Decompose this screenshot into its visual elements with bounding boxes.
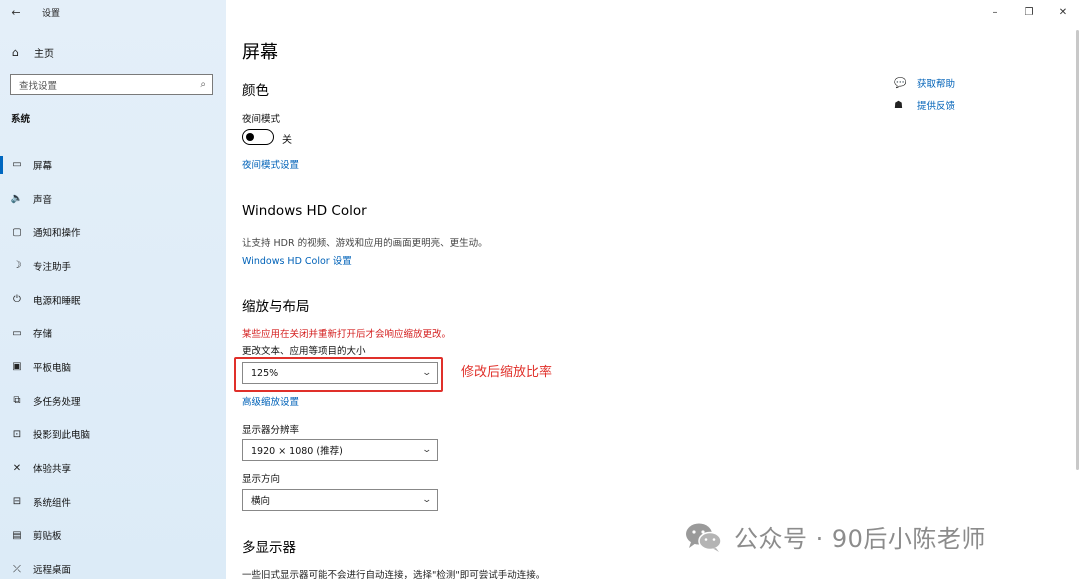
power-icon: ⏻ <box>13 294 21 306</box>
resolution-label: 显示器分辨率 <box>242 425 300 436</box>
chat-bubble-icon: 💬 <box>894 77 907 89</box>
sidebar-item-label: 投影到此电脑 <box>33 430 91 442</box>
search-placeholder: 查找设置 <box>19 80 58 92</box>
chevron-down-icon: ⌄ <box>421 445 433 455</box>
sidebar-item-7[interactable]: ⧉ 多任务处理 <box>0 384 226 418</box>
moon-icon: ☽ <box>12 260 22 272</box>
annotation-text: 修改后缩放比率 <box>461 365 553 380</box>
sidebar-item-label: 专注助手 <box>33 261 72 273</box>
share-icon: ✕ <box>12 462 22 474</box>
sidebar-item-10[interactable]: ⊟ 系统组件 <box>0 485 226 519</box>
sidebar-item-4[interactable]: ⏻ 电源和睡眠 <box>0 283 226 317</box>
sidebar-section-title: 系统 <box>11 114 31 125</box>
notification-icon: ▢ <box>12 226 22 238</box>
night-mode-state: 关 <box>282 135 292 146</box>
sidebar-item-label: 屏幕 <box>33 160 53 172</box>
feedback-link[interactable]: ☗ 提供反馈 <box>894 94 955 116</box>
sidebar-item-label: 存储 <box>33 329 53 341</box>
page-title: 屏幕 <box>242 42 278 63</box>
scale-warning: 某些应用在关闭并重新打开后才会响应缩放更改。 <box>242 329 452 340</box>
sidebar: ← 设置 ⌂ 主页 查找设置 ⌕ 系统 ▭ 屏幕 🔈 声音 ▢ 通知和操作 ☽ 专注助手 ⏻ 电源… <box>0 0 226 579</box>
sidebar-item-home[interactable]: ⌂ 主页 <box>0 42 226 62</box>
clipboard-icon: ▤ <box>12 529 22 541</box>
sidebar-item-5[interactable]: ▭ 存储 <box>0 316 226 350</box>
scale-label: 更改文本、应用等项目的大小 <box>242 346 366 357</box>
sidebar-item-label: 平板电脑 <box>33 362 72 374</box>
feedback-label: 提供反馈 <box>917 101 956 112</box>
search-icon: ⌕ <box>200 79 206 90</box>
sidebar-item-label: 多任务处理 <box>33 396 81 408</box>
sidebar-item-3[interactable]: ☽ 专注助手 <box>0 249 226 283</box>
hdr-description: 让支持 HDR 的视频、游戏和应用的画面更明亮、更生动。 <box>242 238 488 249</box>
section-title-scale: 缩放与布局 <box>242 299 310 315</box>
sidebar-item-6[interactable]: ▣ 平板电脑 <box>0 350 226 384</box>
storage-icon: ▭ <box>12 327 22 339</box>
orientation-label: 显示方向 <box>242 474 281 485</box>
section-title-multi-display: 多显示器 <box>242 540 296 556</box>
night-mode-toggle[interactable] <box>242 129 274 145</box>
home-icon: ⌂ <box>12 45 19 59</box>
orientation-dropdown[interactable]: 横向 ⌄ <box>242 489 438 511</box>
remote-icon: ⤫ <box>13 563 21 575</box>
sidebar-item-label: 体验共享 <box>33 464 72 476</box>
multitask-icon: ⧉ <box>13 395 21 407</box>
orientation-value: 横向 <box>251 496 271 507</box>
sidebar-item-11[interactable]: ▤ 剪贴板 <box>0 519 226 553</box>
titlebar: ← 设置 <box>0 0 226 24</box>
app-title: 设置 <box>42 8 61 19</box>
sidebar-item-0[interactable]: ▭ 屏幕 <box>0 148 226 182</box>
speaker-icon: 🔈 <box>10 193 24 205</box>
wechat-logo-icon <box>686 523 722 552</box>
help-panel: 💬 获取帮助 ☗ 提供反馈 <box>894 72 955 116</box>
tablet-icon: ▣ <box>12 361 22 373</box>
advanced-scale-link[interactable]: 高级缩放设置 <box>242 394 299 408</box>
sidebar-item-label: 电源和睡眠 <box>33 295 81 307</box>
project-icon: ⊡ <box>12 428 22 440</box>
night-mode-label: 夜间模式 <box>242 114 281 125</box>
search-input[interactable]: 查找设置 ⌕ <box>10 74 213 95</box>
components-icon: ⊟ <box>12 496 22 508</box>
sidebar-item-9[interactable]: ✕ 体验共享 <box>0 451 226 485</box>
feedback-icon: ☗ <box>894 99 903 111</box>
watermark: 公众号 · 90后小陈老师 <box>684 519 986 554</box>
night-mode-settings-link[interactable]: 夜间模式设置 <box>242 157 299 171</box>
sidebar-item-12[interactable]: ⤫ 远程桌面 <box>0 552 226 579</box>
arrow-left-icon: ← <box>11 5 21 19</box>
scale-highlight-box <box>234 357 443 392</box>
sidebar-item-label: 剪贴板 <box>33 531 62 543</box>
get-help-label: 获取帮助 <box>917 79 956 90</box>
section-title-hdr: Windows HD Color <box>242 203 367 219</box>
scrollbar[interactable] <box>1076 30 1079 470</box>
sidebar-item-label: 通知和操作 <box>33 228 81 240</box>
sidebar-item-2[interactable]: ▢ 通知和操作 <box>0 215 226 249</box>
sidebar-item-label: 主页 <box>34 48 54 60</box>
sidebar-item-label: 声音 <box>33 194 53 206</box>
display-icon: ▭ <box>12 159 22 171</box>
section-title-color: 颜色 <box>242 83 269 99</box>
back-button[interactable]: ← <box>0 0 32 24</box>
chevron-down-icon: ⌄ <box>421 495 433 505</box>
get-help-link[interactable]: 💬 获取帮助 <box>894 72 955 94</box>
hdr-settings-link[interactable]: Windows HD Color 设置 <box>242 253 352 267</box>
sidebar-item-8[interactable]: ⊡ 投影到此电脑 <box>0 418 226 452</box>
watermark-text: 公众号 · 90后小陈老师 <box>734 525 986 553</box>
resolution-value: 1920 × 1080 (推荐) <box>251 446 343 457</box>
resolution-dropdown[interactable]: 1920 × 1080 (推荐) ⌄ <box>242 439 438 461</box>
multi-display-description: 一些旧式显示器可能不会进行自动连接，选择"检测"即可尝试手动连接。 <box>242 570 546 579</box>
sidebar-item-label: 远程桌面 <box>33 565 72 577</box>
sidebar-item-label: 系统组件 <box>33 497 72 509</box>
sidebar-nav: ▭ 屏幕 🔈 声音 ▢ 通知和操作 ☽ 专注助手 ⏻ 电源和睡眠 ▭ 存储 ▣ 平板电脑 ⧉ 多任务处理 ⊡ 投影… <box>0 148 226 579</box>
sidebar-item-1[interactable]: 🔈 声音 <box>0 182 226 216</box>
